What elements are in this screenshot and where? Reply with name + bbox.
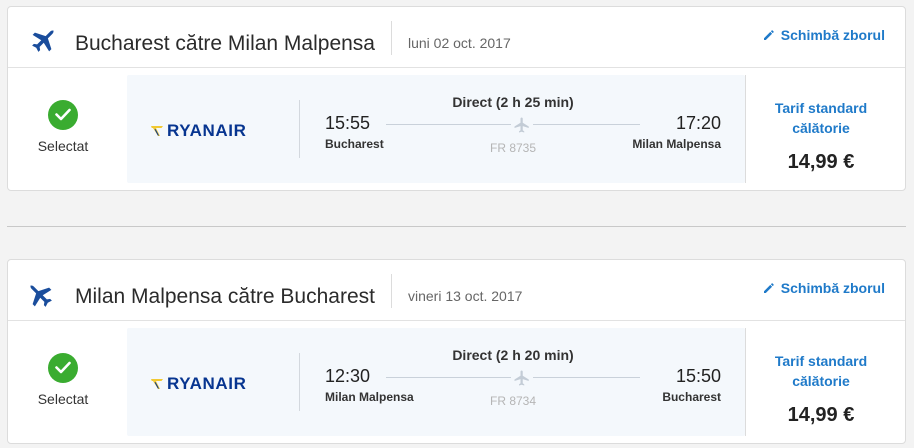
route-title: Milan Malpensa către Bucharest: [75, 285, 375, 308]
fare-type: Tarif standard călătorie: [774, 353, 868, 389]
airline-name: RYANAIR: [167, 374, 247, 393]
check-circle-icon: [48, 100, 78, 130]
flight-card-body: Selectat RYANAIR 12:30 Milan Malpensa Di…: [8, 321, 905, 445]
arrival-time: 17:20: [675, 113, 721, 133]
departure-city: Bucharest: [325, 137, 384, 151]
flight-number: FR 8735: [489, 141, 537, 155]
selected-label: Selectat: [37, 138, 89, 154]
change-flight-link[interactable]: Schimbă zborul: [763, 280, 885, 296]
flight-date: vineri 13 oct. 2017: [408, 288, 523, 304]
selected-indicator: Selectat: [26, 353, 100, 407]
change-flight-label: Schimbă zborul: [780, 27, 885, 43]
flight-card-outbound: Bucharest către Milan Malpensa luni 02 o…: [7, 6, 906, 191]
harp-logo-icon: [151, 126, 163, 136]
arrival-city: Bucharest: [662, 390, 721, 404]
flight-details[interactable]: RYANAIR 12:30 Milan Malpensa Direct (2 h…: [127, 328, 745, 436]
flight-card-body: Selectat RYANAIR 15:55 Bucharest Direct …: [8, 68, 905, 192]
flight-details[interactable]: RYANAIR 15:55 Bucharest Direct (2 h 25 m…: [127, 75, 745, 183]
flight-duration: Direct (2 h 20 min): [452, 347, 574, 363]
pencil-icon: [763, 30, 774, 40]
logo-divider: [299, 100, 300, 158]
flight-card-return: Milan Malpensa către Bucharest vineri 13…: [7, 259, 906, 444]
departure-time: 12:30: [325, 366, 371, 386]
flight-duration: Direct (2 h 25 min): [452, 94, 574, 110]
arrival-time: 15:50: [675, 366, 721, 386]
fare-type: Tarif standard călătorie: [774, 100, 868, 136]
check-circle-icon: [48, 353, 78, 383]
airplane-icon: [30, 285, 52, 307]
header-divider: [391, 21, 392, 55]
logo-divider: [299, 353, 300, 411]
airline-name: RYANAIR: [167, 121, 247, 140]
change-flight-label: Schimbă zborul: [780, 280, 885, 296]
fare-price: 14,99 €: [787, 151, 855, 173]
airplane-small-icon: [511, 369, 533, 387]
flight-card-header: Milan Malpensa către Bucharest vineri 13…: [8, 260, 905, 321]
fare-price: 14,99 €: [787, 404, 855, 426]
airplane-small-icon: [511, 116, 533, 134]
departure-time: 15:55: [325, 113, 371, 133]
route-title: Bucharest către Milan Malpensa: [75, 32, 375, 55]
selected-label: Selectat: [37, 391, 89, 407]
arrival-city: Milan Malpensa: [632, 137, 721, 151]
change-flight-link[interactable]: Schimbă zborul: [763, 27, 885, 43]
harp-logo-icon: [151, 379, 163, 389]
airline-logo: RYANAIR: [150, 121, 246, 141]
selected-indicator: Selectat: [26, 100, 100, 154]
airline-logo: RYANAIR: [150, 374, 246, 394]
section-separator: [7, 226, 906, 227]
price-divider: [745, 328, 746, 436]
pencil-icon: [763, 283, 774, 293]
header-divider: [391, 274, 392, 308]
flight-card-header: Bucharest către Milan Malpensa luni 02 o…: [8, 7, 905, 68]
airplane-icon: [32, 30, 54, 52]
flight-number: FR 8734: [489, 394, 537, 408]
flight-date: luni 02 oct. 2017: [408, 35, 511, 51]
price-divider: [745, 75, 746, 183]
